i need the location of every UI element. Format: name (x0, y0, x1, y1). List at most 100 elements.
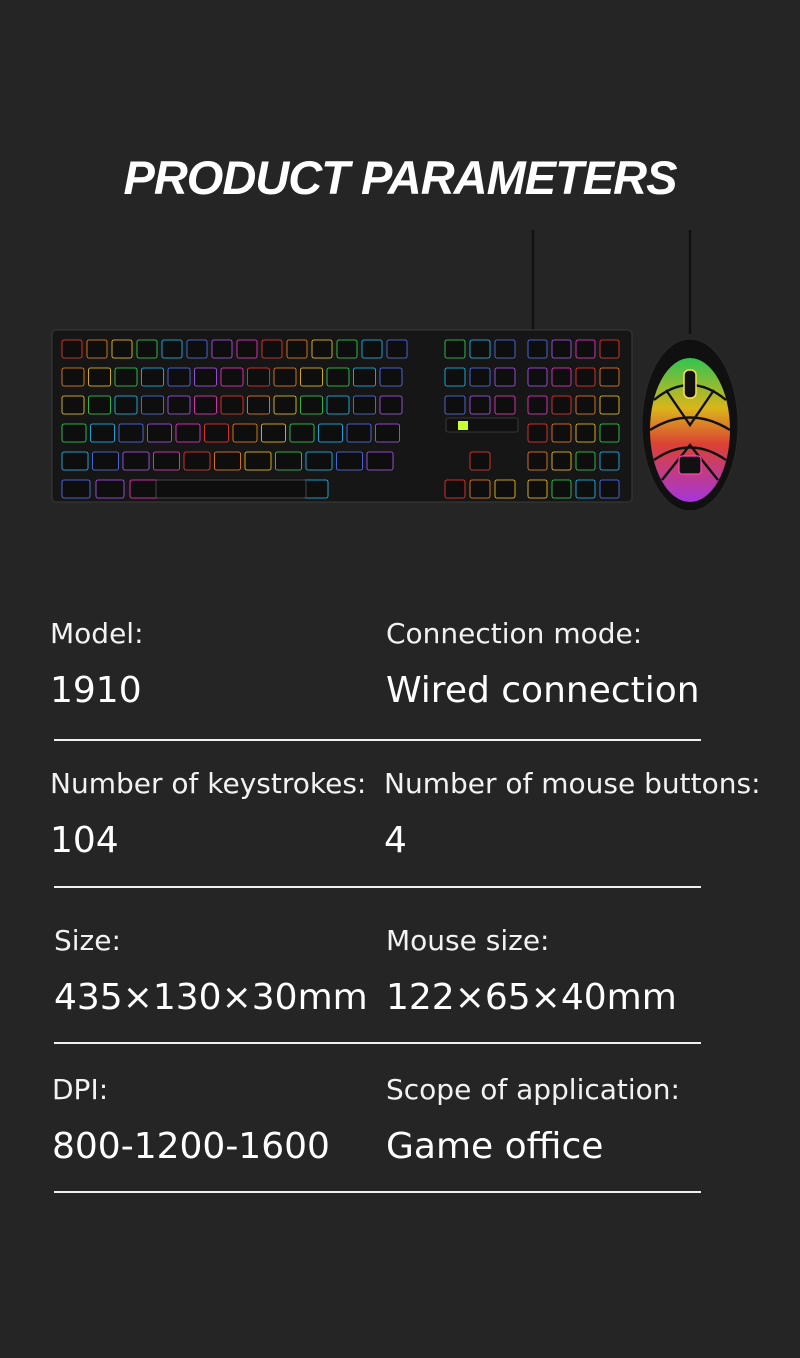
keyboard-key (153, 451, 180, 471)
keyboard-key (147, 423, 172, 443)
keyboard-key (599, 479, 620, 499)
keyboard-key (444, 367, 466, 387)
keyboard-key (375, 423, 400, 443)
dpi-label: DPI: (52, 1073, 109, 1106)
keyboard-key (61, 423, 87, 443)
keyboard-key (494, 479, 516, 499)
keyboard-key (366, 451, 394, 471)
keyboard-key (575, 479, 596, 499)
keyboard-key (92, 451, 119, 471)
keyboard-key (494, 339, 516, 359)
keyboard-key (599, 339, 620, 359)
keyboard-key (575, 395, 596, 415)
keyboard-key (61, 479, 91, 499)
keyboard-key (194, 367, 217, 387)
keyboard-key (444, 339, 466, 359)
keyboard-key (161, 339, 183, 359)
keyboard-key (311, 339, 333, 359)
keyboard-key (336, 339, 358, 359)
mouse-buttons-label: Number of mouse buttons: (384, 767, 761, 800)
divider (54, 739, 701, 741)
keyboard-key (575, 339, 596, 359)
divider (54, 886, 701, 888)
keyboard-key (444, 395, 466, 415)
keyboard-key (61, 367, 85, 387)
keyboard-key (244, 451, 272, 471)
keyboard-key (444, 479, 466, 499)
keyboard-logo-icon (458, 421, 468, 430)
keyboard-key (300, 395, 323, 415)
keyboard-key (469, 339, 491, 359)
keyboard-key (527, 423, 548, 443)
keyboard-key (353, 395, 376, 415)
keyboard-key (599, 423, 620, 443)
keyboard-key (575, 451, 596, 471)
keyboard-key (118, 423, 144, 443)
keyboard-key (551, 395, 572, 415)
keyboard-key (122, 451, 150, 471)
keyboard-key (86, 339, 108, 359)
divider (54, 1191, 701, 1193)
keyboard-key (575, 423, 596, 443)
keyboard-key (186, 339, 208, 359)
keyboard-key (220, 367, 244, 387)
keyboard-key (114, 395, 138, 415)
page-title: PRODUCT PARAMETERS (123, 151, 678, 204)
keyboard-key (300, 367, 323, 387)
keyboard-key (575, 367, 596, 387)
keyboard-key (527, 479, 548, 499)
keyboard-key (551, 367, 572, 387)
keyboard-key (275, 451, 302, 471)
keyboard-key (527, 367, 548, 387)
keyboard-key (379, 367, 403, 387)
keyboard-key (261, 339, 283, 359)
keyboard-key (247, 395, 270, 415)
keyboard-key (204, 423, 229, 443)
gaming-mouse-icon (641, 338, 739, 510)
divider (54, 1042, 701, 1044)
keyboard-key (527, 451, 548, 471)
keyboard-key (111, 339, 133, 359)
keyboard-key (141, 395, 164, 415)
keyboard-key (88, 367, 111, 387)
keyboard-key (88, 395, 111, 415)
keyboard-key (599, 451, 620, 471)
keyboard-key (469, 395, 491, 415)
keyboard-key (551, 451, 572, 471)
keyboard-key (305, 451, 333, 471)
keyboard-key (194, 395, 217, 415)
keyboard-key (469, 367, 491, 387)
keyboard-key (114, 367, 138, 387)
keyboard-key (273, 367, 297, 387)
keyboard-key (183, 451, 211, 471)
keyboard-key (175, 423, 201, 443)
mouse-size-label: Mouse size: (386, 924, 550, 957)
model-value: 1910 (50, 670, 142, 711)
keyboard-key (273, 395, 297, 415)
keyboard-key (527, 395, 548, 415)
keyboard-key (129, 479, 159, 499)
keyboard-key (599, 395, 620, 415)
spacebar-key (155, 479, 307, 499)
keyboard-key (286, 339, 308, 359)
keyboard-key (136, 339, 158, 359)
size-label: Size: (54, 924, 121, 957)
connection-mode-value: Wired connection (386, 670, 700, 711)
mouse-buttons-value: 4 (384, 820, 407, 861)
keyboard-key (167, 367, 191, 387)
keyboard-key (326, 367, 350, 387)
keyboard-key (551, 339, 572, 359)
keyboard-key (214, 451, 241, 471)
keyboard-key (289, 423, 315, 443)
keystrokes-value: 104 (50, 820, 119, 861)
scope-label: Scope of application: (386, 1073, 680, 1106)
keyboard-key (379, 395, 403, 415)
size-value: 435×130×30mm (54, 977, 368, 1018)
keyboard-key (61, 451, 89, 471)
keyboard-key (551, 479, 572, 499)
keyboard-key (326, 395, 350, 415)
scope-value: Game office (386, 1126, 604, 1167)
keyboard-key (336, 451, 363, 471)
keyboard-key (141, 367, 164, 387)
keyboard-key (90, 423, 115, 443)
